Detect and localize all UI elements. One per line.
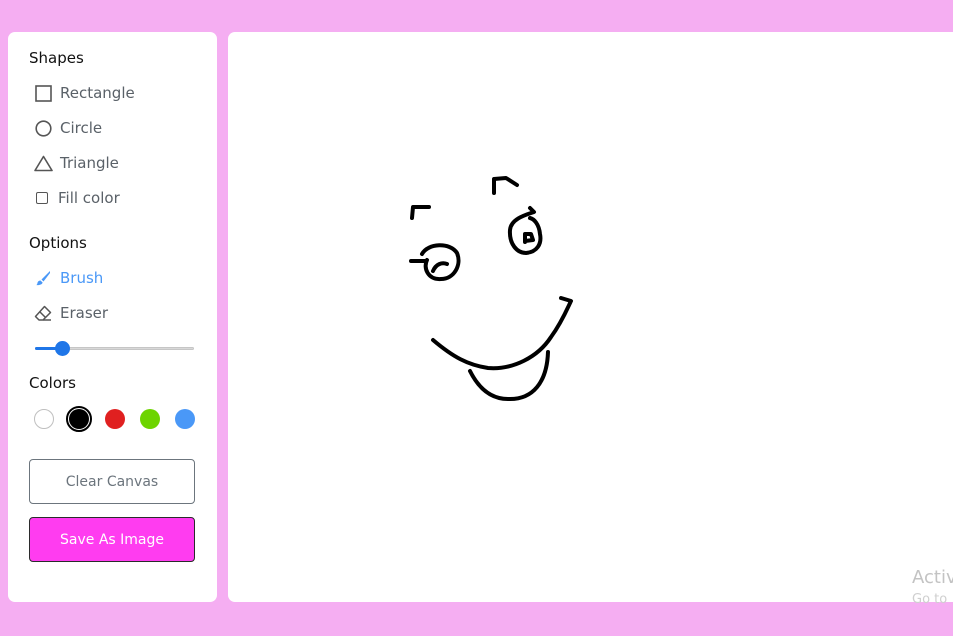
save-image-button[interactable]: Save As Image (29, 517, 195, 562)
smiley-sketch (409, 176, 573, 402)
activation-watermark-title: Activ (912, 567, 953, 588)
shape-triangle[interactable]: Triangle (33, 152, 119, 174)
triangle-icon (33, 153, 53, 173)
right-eyebrow-stroke (492, 176, 519, 195)
options-title: Options (29, 234, 87, 252)
activation-watermark-subtitle: Go to (912, 592, 948, 607)
shape-circle-label: Circle (60, 119, 103, 137)
color-swatch-blue[interactable] (175, 409, 195, 429)
color-swatch-red[interactable] (105, 409, 125, 429)
tools-board: Shapes Rectangle Circle Triangle Fill co… (8, 32, 217, 602)
color-swatch-black[interactable] (66, 406, 92, 432)
fill-color-option[interactable]: Fill color (33, 187, 120, 209)
color-swatch-green[interactable] (140, 409, 160, 429)
left-eyebrow-stroke (410, 205, 431, 220)
canvas-drawing (409, 176, 573, 402)
tool-brush[interactable]: Brush (33, 267, 103, 289)
tool-brush-label: Brush (60, 269, 104, 287)
fill-color-label: Fill color (58, 189, 120, 207)
shape-circle[interactable]: Circle (33, 117, 102, 139)
shapes-title: Shapes (29, 49, 84, 67)
tongue-stroke (468, 350, 550, 402)
color-swatch-white[interactable] (34, 409, 54, 429)
brush-icon (33, 268, 53, 288)
shape-rectangle[interactable]: Rectangle (33, 82, 135, 104)
fill-color-checkbox[interactable] (36, 192, 48, 204)
smile-stroke (431, 296, 573, 371)
drawing-canvas[interactable] (228, 32, 953, 602)
tool-eraser[interactable]: Eraser (33, 302, 108, 324)
right-eye-pupil-stroke (523, 232, 535, 244)
left-eye-pupil-stroke (431, 261, 449, 273)
tool-eraser-label: Eraser (60, 304, 109, 322)
circle-icon (33, 118, 53, 138)
clear-canvas-button[interactable]: Clear Canvas (29, 459, 195, 504)
shape-triangle-label: Triangle (60, 154, 119, 172)
shape-rectangle-label: Rectangle (60, 84, 135, 102)
right-eye-stroke (507, 206, 543, 255)
brush-size-slider-thumb[interactable] (54, 341, 70, 356)
eraser-icon (33, 303, 53, 323)
colors-title: Colors (29, 374, 76, 392)
square-icon (33, 83, 53, 103)
